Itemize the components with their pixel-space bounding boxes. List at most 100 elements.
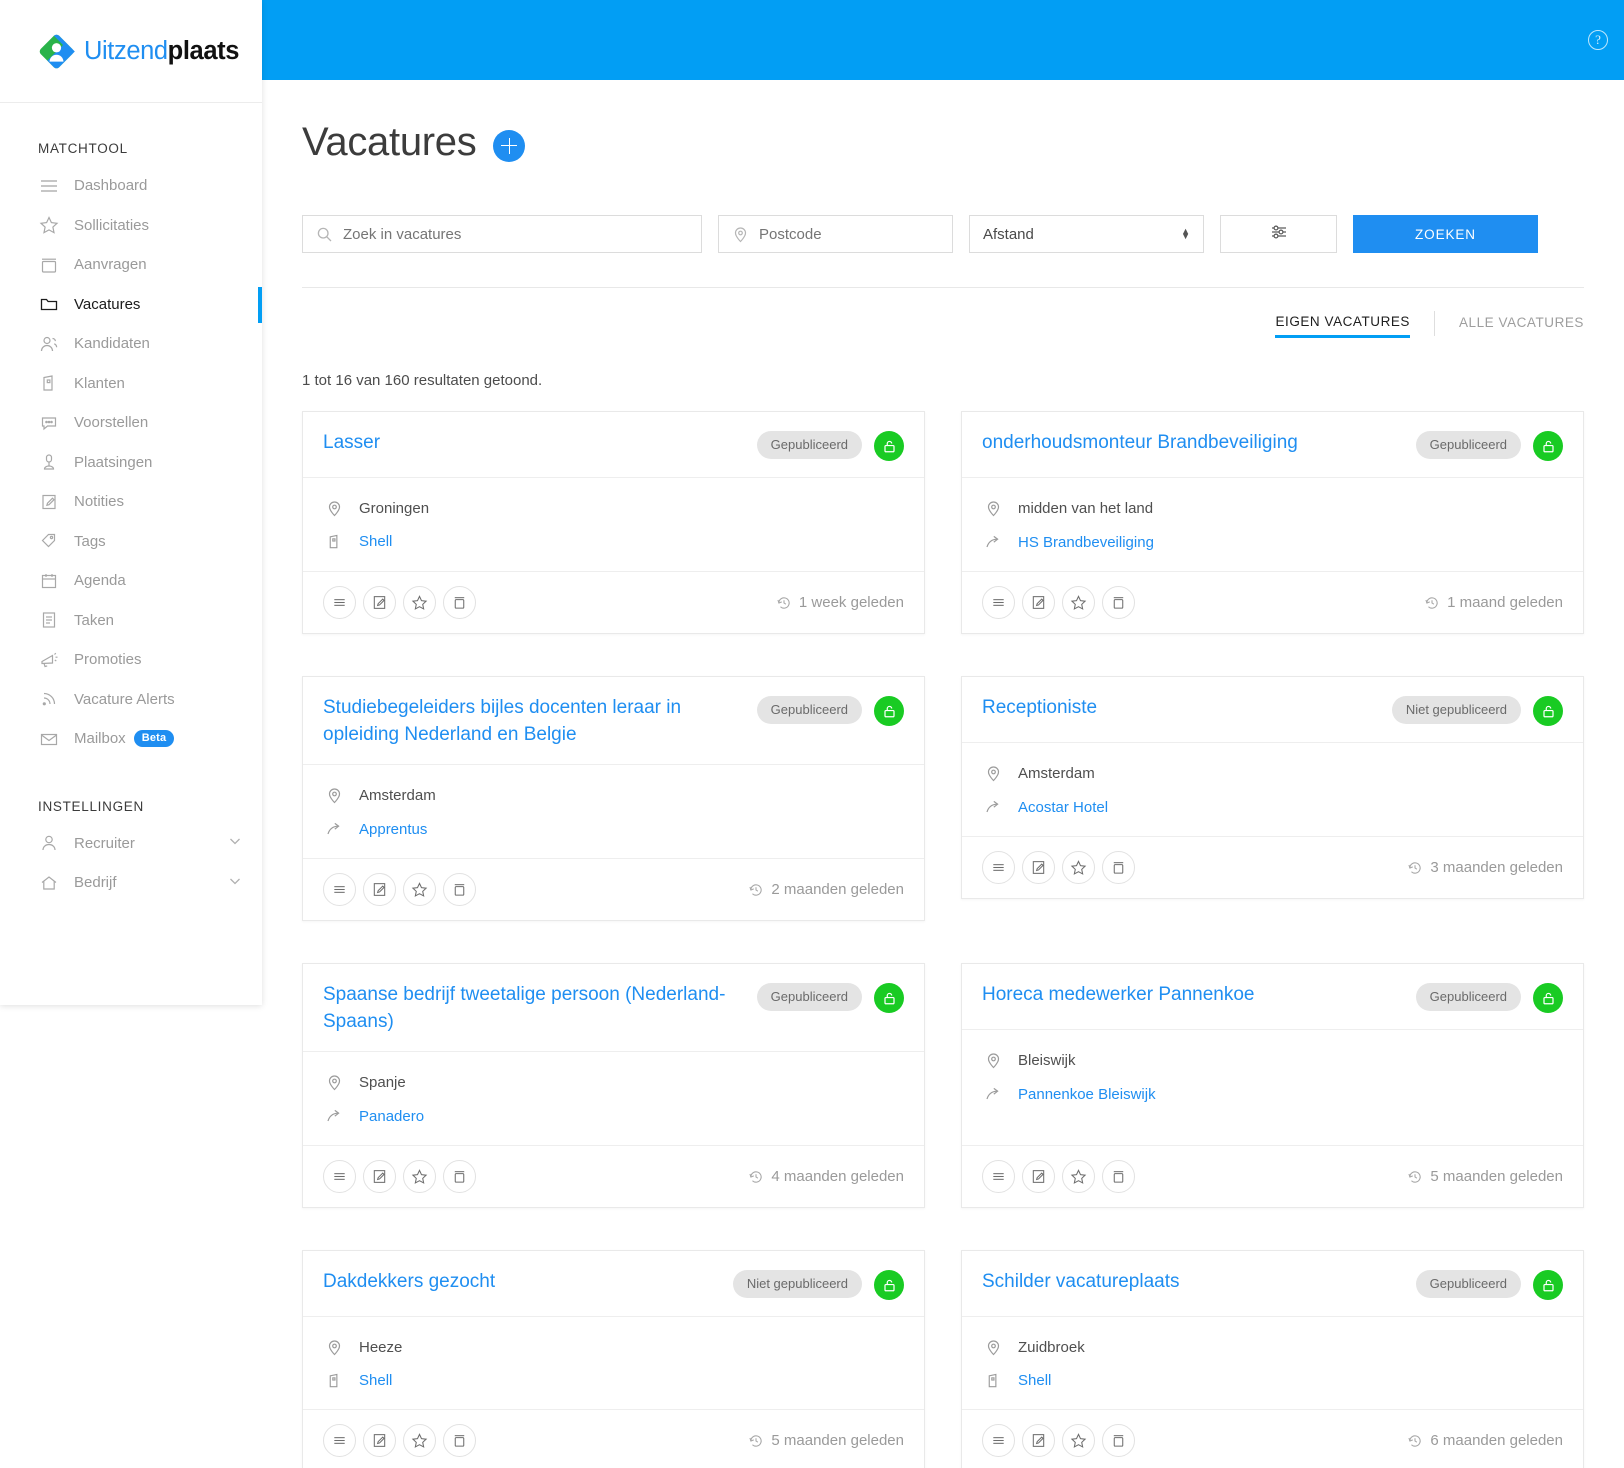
archive-icon[interactable] [1102, 586, 1135, 619]
unlock-toggle-button[interactable] [1533, 696, 1563, 726]
vacancy-card-footer: 6 maanden geleden [962, 1409, 1583, 1468]
details-icon[interactable] [323, 586, 356, 619]
edit-icon[interactable] [363, 873, 396, 906]
sidebar-item-dashboard[interactable]: Dashboard [0, 166, 262, 206]
sidebar-item-vacature-alerts[interactable]: Vacature Alerts [0, 680, 262, 720]
vacancy-card[interactable]: Spaanse bedrijf tweetalige persoon (Nede… [302, 963, 925, 1208]
archive-icon[interactable] [1102, 1424, 1135, 1457]
edit-icon[interactable] [1022, 851, 1055, 884]
details-icon[interactable] [323, 1160, 356, 1193]
vacancy-title[interactable]: Horeca medewerker Pannenkoe [982, 981, 1416, 1008]
vacancy-card[interactable]: Dakdekkers gezocht Niet gepubliceerd Hee… [302, 1250, 925, 1468]
unlock-toggle-button[interactable] [1533, 983, 1563, 1013]
sidebar-item-taken[interactable]: Taken [0, 601, 262, 641]
vacancy-company[interactable]: HS Brandbeveiliging [1018, 534, 1154, 551]
search-input-wrapper[interactable] [302, 215, 702, 253]
sidebar-item-promoties[interactable]: Promoties [0, 640, 262, 680]
vacancy-card[interactable]: Lasser Gepubliceerd Groningen Shell 1 we… [302, 411, 925, 634]
vacancy-location-row: Amsterdam [982, 765, 1563, 782]
postcode-input[interactable] [759, 225, 958, 243]
favorite-star-icon[interactable] [1062, 851, 1095, 884]
vacancy-card[interactable]: Receptioniste Niet gepubliceerd Amsterda… [961, 676, 1584, 899]
archive-icon[interactable] [443, 586, 476, 619]
vacancy-company[interactable]: Shell [359, 1372, 392, 1389]
vacancy-title[interactable]: Dakdekkers gezocht [323, 1268, 733, 1295]
tab-eigen-vacatures[interactable]: EIGEN VACATURES [1275, 314, 1410, 338]
favorite-star-icon[interactable] [403, 1160, 436, 1193]
vacancy-card[interactable]: onderhoudsmonteur Brandbeveiliging Gepub… [961, 411, 1584, 634]
details-icon[interactable] [323, 873, 356, 906]
sidebar-item-kandidaten[interactable]: Kandidaten [0, 324, 262, 364]
details-icon[interactable] [982, 851, 1015, 884]
vacancy-title[interactable]: Lasser [323, 429, 757, 456]
details-icon[interactable] [323, 1424, 356, 1457]
sidebar-item-plaatsingen[interactable]: Plaatsingen [0, 443, 262, 483]
status-badge: Gepubliceerd [756, 696, 862, 724]
edit-icon[interactable] [363, 1160, 396, 1193]
brand-logo[interactable]: Uitzendplaats [0, 0, 262, 103]
sidebar-item-mailbox[interactable]: Mailbox Beta [0, 719, 262, 759]
archive-icon[interactable] [1102, 1160, 1135, 1193]
vacancy-title[interactable]: Spaanse bedrijf tweetalige persoon (Nede… [323, 981, 757, 1035]
vacancy-company[interactable]: Panadero [359, 1108, 424, 1125]
favorite-star-icon[interactable] [1062, 1424, 1095, 1457]
sidebar-item-bedrijf[interactable]: Bedrijf [0, 863, 262, 903]
archive-icon[interactable] [443, 1424, 476, 1457]
vacancy-title[interactable]: Schilder vacatureplaats [982, 1268, 1416, 1295]
tab-alle-vacatures[interactable]: ALLE VACATURES [1435, 315, 1584, 336]
details-icon[interactable] [982, 586, 1015, 619]
edit-icon[interactable] [363, 586, 396, 619]
vacancy-company[interactable]: Pannenkoe Bleiswijk [1018, 1086, 1156, 1103]
sidebar-item-agenda[interactable]: Agenda [0, 561, 262, 601]
sidebar-item-voorstellen[interactable]: Voorstellen [0, 403, 262, 443]
edit-icon[interactable] [1022, 586, 1055, 619]
favorite-star-icon[interactable] [1062, 586, 1095, 619]
vacancy-company[interactable]: Shell [359, 533, 392, 550]
sidebar-item-tags[interactable]: Tags [0, 522, 262, 562]
search-submit-button[interactable]: ZOEKEN [1353, 215, 1538, 253]
sidebar-item-recruiter[interactable]: Recruiter [0, 824, 262, 864]
postcode-input-wrapper[interactable] [718, 215, 958, 253]
favorite-star-icon[interactable] [403, 1424, 436, 1457]
vacancy-card-body: Amsterdam Apprentus [303, 765, 924, 858]
unlock-toggle-button[interactable] [874, 696, 904, 726]
unlock-toggle-button[interactable] [874, 431, 904, 461]
distance-select[interactable]: Afstand ▲ ▼ [969, 215, 1204, 253]
history-clock-icon [748, 882, 764, 898]
archive-icon[interactable] [443, 1160, 476, 1193]
vacancy-company[interactable]: Acostar Hotel [1018, 799, 1108, 816]
filter-button[interactable] [1220, 215, 1337, 253]
vacancy-company[interactable]: Apprentus [359, 821, 427, 838]
archive-icon[interactable] [443, 873, 476, 906]
sidebar-item-notities[interactable]: Notities [0, 482, 262, 522]
add-vacancy-button[interactable] [493, 129, 526, 162]
archive-icon[interactable] [1102, 851, 1135, 884]
unlock-toggle-button[interactable] [874, 983, 904, 1013]
edit-icon[interactable] [363, 1424, 396, 1457]
vacancy-title[interactable]: Studiebegeleiders bijles docenten leraar… [323, 694, 757, 748]
unlock-toggle-button[interactable] [1533, 431, 1563, 461]
help-icon[interactable]: ? [1588, 30, 1608, 50]
sidebar-item-label: Recruiter [74, 834, 135, 852]
edit-icon[interactable] [1022, 1160, 1055, 1193]
vacancy-title[interactable]: onderhoudsmonteur Brandbeveiliging [982, 429, 1416, 456]
unlock-toggle-button[interactable] [1533, 1270, 1563, 1300]
sidebar-item-aanvragen[interactable]: Aanvragen [0, 245, 262, 285]
vacancy-card[interactable]: Horeca medewerker Pannenkoe Gepubliceerd… [961, 963, 1584, 1208]
favorite-star-icon[interactable] [1062, 1160, 1095, 1193]
search-input[interactable] [343, 225, 688, 243]
favorite-star-icon[interactable] [403, 873, 436, 906]
unlock-toggle-button[interactable] [874, 1270, 904, 1300]
vacancy-title[interactable]: Receptioniste [982, 694, 1392, 721]
vacancy-company[interactable]: Shell [1018, 1372, 1051, 1389]
details-icon[interactable] [982, 1160, 1015, 1193]
sidebar-item-vacatures[interactable]: Vacatures [0, 285, 262, 325]
vacancy-card[interactable]: Schilder vacatureplaats Gepubliceerd Zui… [961, 1250, 1584, 1468]
favorite-star-icon[interactable] [403, 586, 436, 619]
sidebar-item-klanten[interactable]: Klanten [0, 364, 262, 404]
vacancy-card[interactable]: Studiebegeleiders bijles docenten leraar… [302, 676, 925, 921]
sidebar-section-instellingen: INSTELLINGEN [38, 798, 144, 814]
edit-icon[interactable] [1022, 1424, 1055, 1457]
details-icon[interactable] [982, 1424, 1015, 1457]
sidebar-item-sollicitaties[interactable]: Sollicitaties [0, 206, 262, 246]
